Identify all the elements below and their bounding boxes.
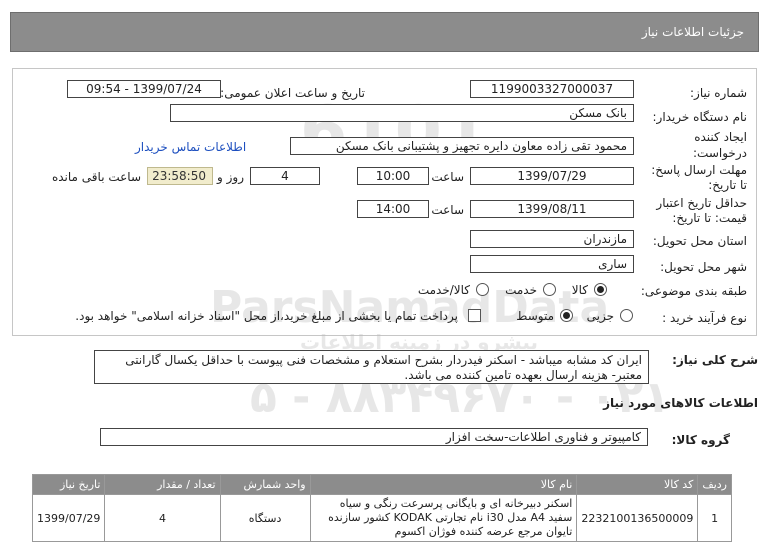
process-minor-label: جزیی xyxy=(586,309,614,323)
validity-date-field: 1399/08/11 xyxy=(470,200,634,218)
page-header: جزئیات اطلاعات نیاز xyxy=(10,12,759,52)
treasury-payment-text: پرداخت تمام یا بخشی از مبلغ خرید،از محل … xyxy=(75,309,458,323)
col-code: کد کالا xyxy=(576,474,699,495)
col-need-date: تاریخ نیاز xyxy=(31,474,106,495)
goods-table-header: ردیف کد کالا نام کالا واحد شمارش تعداد /… xyxy=(31,474,732,495)
description-box: ایران کد مشابه میباشد - اسکنر فیدردار بش… xyxy=(94,350,649,384)
announce-label: تاریخ و ساعت اعلان عمومی: xyxy=(220,86,365,100)
category-goods-service-label: کالا/خدمت xyxy=(417,283,470,297)
quantity-cell: 4 xyxy=(104,494,221,542)
province-label: استان محل تحویل: xyxy=(652,234,747,248)
description-label: شرح کلی نیاز: xyxy=(672,353,758,367)
row-number-cell: 1 xyxy=(697,494,732,542)
deadline-time-field: 10:00 xyxy=(357,167,429,185)
category-service-radio[interactable] xyxy=(543,283,556,296)
contact-buyer-link[interactable]: اطلاعات تماس خریدار xyxy=(135,140,246,154)
deadline-label-1: مهلت ارسال پاسخ: xyxy=(651,163,747,177)
validity-label-1: حداقل تاریخ اعتبار xyxy=(656,196,747,210)
creator-field: محمود تقی زاده معاون دایره تجهیز و پشتیب… xyxy=(290,137,634,155)
deadline-time-label: ساعت xyxy=(431,170,464,184)
page-title: جزئیات اطلاعات نیاز xyxy=(641,25,744,39)
deadline-label-2: تا تاریخ: xyxy=(708,178,747,192)
goods-info-title: اطلاعات کالاهای مورد نیاز xyxy=(603,396,758,410)
process-minor-radio[interactable] xyxy=(620,309,633,322)
validity-time-label: ساعت xyxy=(431,203,464,217)
province-field: مازندران xyxy=(470,230,634,248)
treasury-payment-checkbox[interactable] xyxy=(468,309,481,322)
buyer-field: بانک مسکن xyxy=(170,104,634,122)
days-field: 4 xyxy=(250,167,320,185)
city-label: شهر محل تحویل: xyxy=(660,260,747,274)
process-medium-radio[interactable] xyxy=(560,309,573,322)
category-goods-service-radio[interactable] xyxy=(476,283,489,296)
buyer-label: نام دستگاه خریدار: xyxy=(652,110,748,124)
announce-field: 1399/07/24 - 09:54 xyxy=(67,80,221,98)
col-name: نام کالا xyxy=(309,474,578,495)
validity-time-field: 14:00 xyxy=(357,200,429,218)
need-number-label: شماره نیاز: xyxy=(690,86,747,100)
goods-table: ردیف کد کالا نام کالا واحد شمارش تعداد /… xyxy=(31,474,732,542)
category-service-label: خدمت xyxy=(505,283,537,297)
process-label: نوع فرآیند خرید : xyxy=(662,311,747,325)
remaining-time-field: 23:58:50 xyxy=(147,167,213,185)
deadline-date-field: 1399/07/29 xyxy=(470,167,634,185)
col-unit: واحد شمارش xyxy=(219,474,311,495)
days-label: روز و xyxy=(217,170,244,184)
category-goods-radio[interactable] xyxy=(594,283,607,296)
goods-group-label: گروه کالا: xyxy=(671,433,730,447)
category-goods-label: کالا xyxy=(571,283,588,297)
creator-label-1: ایجاد کننده xyxy=(694,130,747,144)
item-code-cell: 2232100136500009 xyxy=(576,494,699,542)
process-medium-label: متوسط xyxy=(516,309,554,323)
col-row: ردیف xyxy=(697,474,732,495)
item-name-cell: اسکنر دبیرخانه ای و بایگانی پرسرعت رنگی … xyxy=(309,494,578,542)
city-field: ساری xyxy=(470,255,634,273)
need-date-cell: 1399/07/29 xyxy=(31,494,106,542)
validity-label-2: قیمت: تا تاریخ: xyxy=(672,211,747,225)
unit-cell: دستگاه xyxy=(219,494,311,542)
col-quantity: تعداد / مقدار xyxy=(104,474,221,495)
goods-group-field: کامپیوتر و فناوری اطلاعات-سخت افزار xyxy=(100,428,648,446)
need-number-field: 1199003327000037 xyxy=(470,80,634,98)
table-row: 1 2232100136500009 اسکنر دبیرخانه ای و ب… xyxy=(31,494,732,542)
remaining-label: ساعت باقی مانده xyxy=(51,170,141,184)
creator-label-2: درخواست: xyxy=(693,146,747,160)
category-label: طبقه بندی موضوعی: xyxy=(640,284,747,298)
